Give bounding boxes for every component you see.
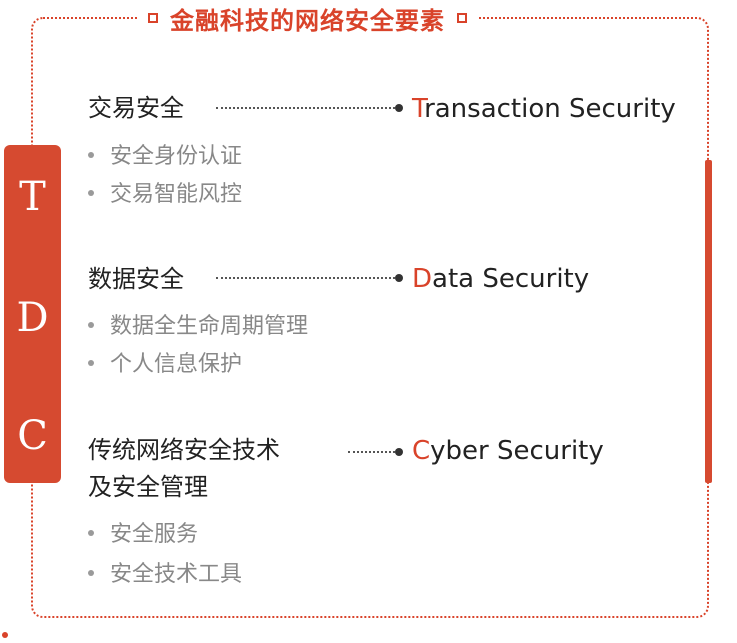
bullet-dot-icon [88,530,94,536]
list-item: 数据全生命周期管理 [88,312,308,342]
corner-dot-icon [2,632,8,638]
title-right-square-icon [457,13,467,23]
section-english-title: Data Security [412,262,589,296]
english-rest: yber Security [430,436,604,466]
right-accent-line [705,160,712,483]
title-left-square-icon [148,13,158,23]
bullet-dot-icon [88,152,94,158]
bullet-dot-icon [88,570,94,576]
connector-line [216,104,403,112]
acronym-bar: T D C [4,145,61,483]
list-item: 个人信息保护 [88,350,242,380]
bullet-dot-icon [88,360,94,366]
page-title: 金融科技的网络安全要素 [170,6,445,35]
section-title: 数据安全 [88,265,184,293]
acronym-letter-d: D [16,295,49,341]
english-initial: C [412,436,431,466]
connector-dot-icon [395,274,403,282]
list-item: 安全服务 [88,520,198,550]
section-english-title: Transaction Security [412,92,676,126]
connector-line [216,274,403,282]
section-english-title: Cyber Security [412,434,604,468]
acronym-letter-t: T [19,174,46,220]
list-item: 安全技术工具 [88,560,242,590]
section-title: 交易安全 [88,94,184,122]
connector-line [348,448,403,456]
english-rest: ransaction Security [424,94,676,124]
bullet-dot-icon [88,190,94,196]
english-initial: D [412,264,433,294]
connector-dot-icon [395,104,403,112]
list-item: 安全身份认证 [88,142,242,172]
list-item: 交易智能风控 [88,180,242,210]
section-title-line-2: 及安全管理 [88,473,208,501]
connector-dot-icon [395,448,403,456]
title-banner: 金融科技的网络安全要素 [138,0,477,36]
english-initial: T [412,94,425,124]
bullet-dot-icon [88,322,94,328]
english-rest: ata Security [432,264,590,294]
section-title-line-1: 传统网络安全技术 [88,436,280,464]
acronym-letter-c: C [17,413,48,459]
